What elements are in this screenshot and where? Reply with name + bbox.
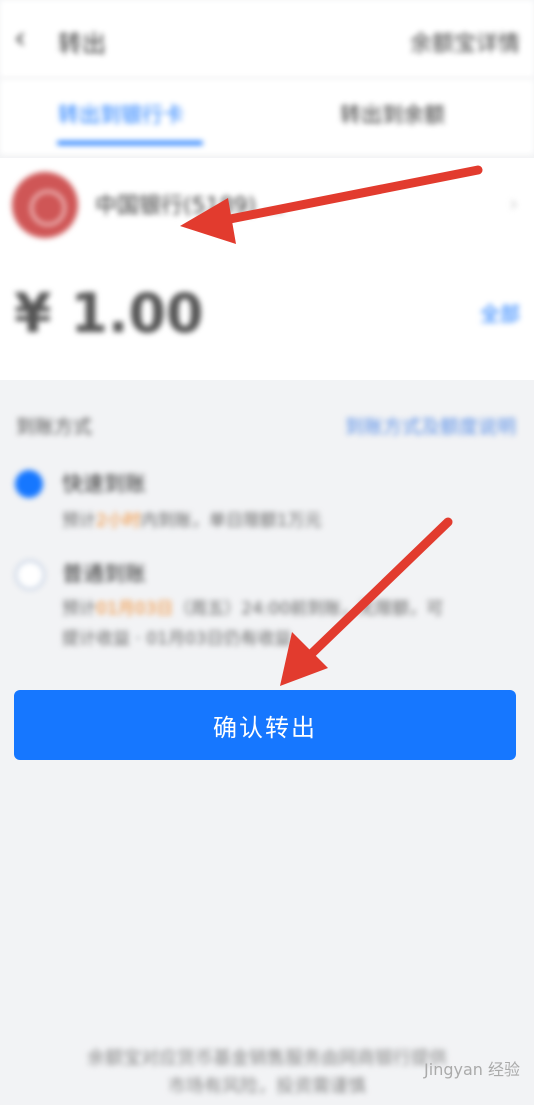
option-fast-arrival[interactable]: 快速到账 预计2小时内到账，单日限额1万元 [0,460,534,540]
tab-to-balance[interactable]: 转出到余额 [340,99,445,129]
option-description-line2: 提计收益 · 01月03日仍有收益 [62,629,292,649]
bank-account-selector[interactable]: 中国银行(5189) ... [95,188,284,220]
active-tab-indicator [57,141,203,145]
transfer-tabs: 转出到银行卡 转出到余额 [0,79,534,156]
tab-to-bank-card[interactable]: 转出到银行卡 [58,99,184,129]
transfer-all-link[interactable]: 全部 [480,298,520,327]
top-bar: ‹ 转出 余额宝详情 [0,0,534,79]
confirm-transfer-button[interactable]: 确认转出 [14,690,516,760]
option-title: 快速到账 [62,472,146,496]
page-title: 转出 [58,30,106,58]
option-description: 预计2小时内到账，单日限额1万元 [62,511,322,531]
option-title: 普通到账 [62,562,146,586]
radio-unselected-icon[interactable] [15,560,45,590]
redaction-mask [214,262,414,322]
radio-selected-icon[interactable] [15,470,43,498]
chevron-right-icon[interactable]: › [509,192,518,217]
details-link[interactable]: 余额宝详情 [410,26,520,58]
watermark-logo: Jingyan 经验 [424,1060,520,1079]
back-arrow-icon[interactable]: ‹ [14,22,44,56]
arrival-method-info-link[interactable]: 到账方式及额度说明 [345,412,516,439]
bank-logo-icon [12,172,78,238]
option-normal-arrival[interactable]: 普通到账 预计01月03日（周五）24:00前到账，无限额，可 提计收益 · 0… [0,556,534,656]
option-description: 预计01月03日（周五）24:00前到账，无限额，可 [62,599,444,619]
amount-input[interactable]: ¥ 1.00 [14,282,204,345]
arrival-method-label: 到账方式 [16,416,93,438]
